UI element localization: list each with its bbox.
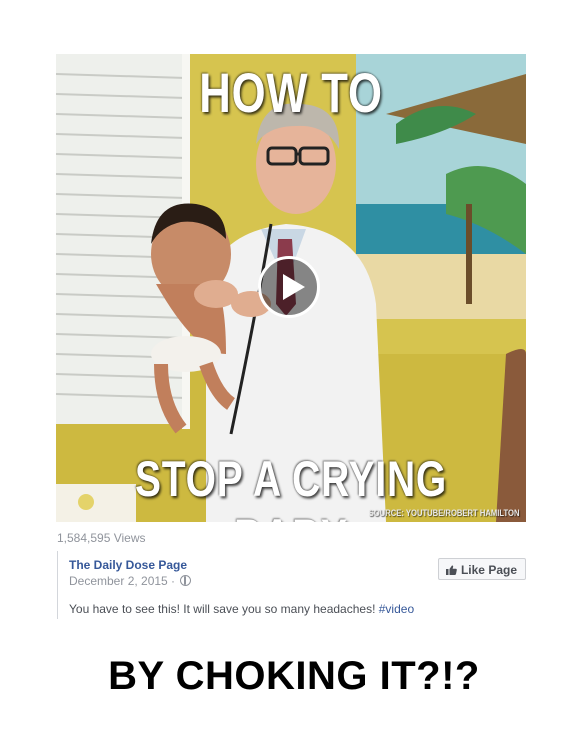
source-credit: SOURCE: YOUTUBE/ROBERT HAMILTON bbox=[369, 508, 520, 518]
view-count: 1,584,595 Views bbox=[57, 531, 146, 545]
thumbs-up-icon bbox=[445, 560, 457, 575]
post-meta: December 2, 2015 · bbox=[69, 574, 192, 588]
post-text: You have to see this! It will save you s… bbox=[69, 602, 414, 616]
like-page-label: Like Page bbox=[460, 563, 517, 577]
play-button[interactable] bbox=[258, 256, 320, 318]
play-icon bbox=[283, 274, 305, 300]
post-date: December 2, 2015 · bbox=[69, 574, 176, 588]
hashtag-link[interactable]: #video bbox=[379, 602, 414, 616]
video-caption-top: HOW TO bbox=[199, 61, 383, 124]
page-name-link[interactable]: The Daily Dose Page bbox=[69, 558, 187, 572]
post-body: You have to see this! It will save you s… bbox=[69, 602, 379, 616]
post-info: The Daily Dose Page December 2, 2015 · L… bbox=[57, 551, 528, 619]
globe-icon bbox=[180, 575, 192, 586]
meme-caption: BY CHOKING IT?!? bbox=[108, 654, 480, 698]
video-player[interactable]: HOW TO STOP A CRYING BABY SOURCE: YOUTUB… bbox=[56, 54, 526, 522]
like-page-button[interactable]: Like Page bbox=[437, 558, 526, 580]
